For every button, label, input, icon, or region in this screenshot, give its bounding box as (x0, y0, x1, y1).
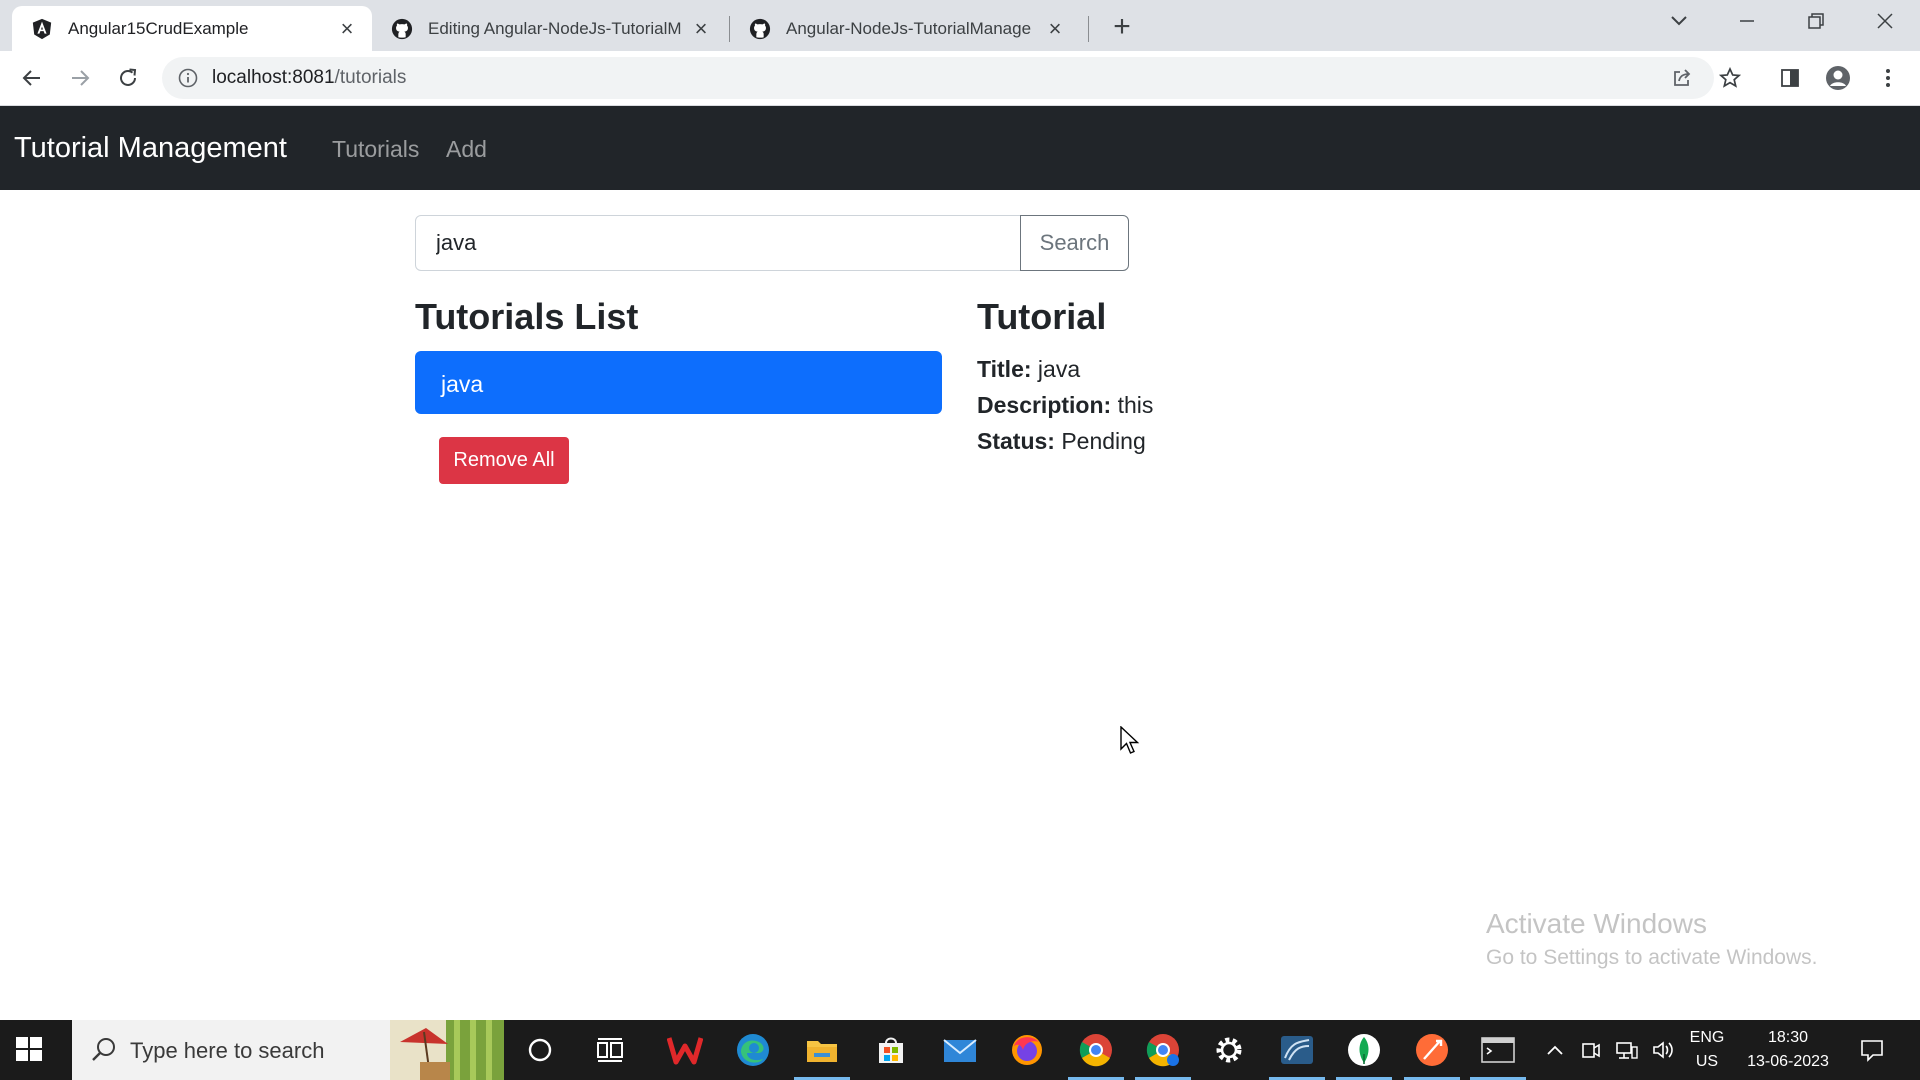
edge-browser-icon[interactable] (733, 1030, 773, 1070)
url-text: localhost:8081/tutorials (212, 67, 406, 89)
angular-icon (30, 17, 54, 41)
detail-status-label: Status: (977, 428, 1055, 454)
show-hidden-icons-chevron[interactable] (1540, 1020, 1570, 1080)
chrome-icon[interactable] (1076, 1030, 1116, 1070)
notification-center-icon[interactable] (1852, 1020, 1892, 1080)
app-navbar: Tutorial Management Tutorials Add (0, 106, 1920, 190)
detail-description-row: Description: this (977, 392, 1153, 419)
browser-toolbar: localhost:8081/tutorials (0, 51, 1920, 106)
meet-now-icon[interactable] (1576, 1020, 1606, 1080)
language-code: ENG (1689, 1029, 1725, 1046)
close-window-icon[interactable] (1856, 0, 1914, 42)
wps-office-icon[interactable] (665, 1030, 705, 1070)
reload-icon[interactable] (110, 60, 146, 96)
github-icon (748, 17, 772, 41)
search-button[interactable]: Search (1020, 215, 1129, 271)
profile-avatar-icon[interactable] (1820, 60, 1856, 96)
postman-icon[interactable] (1412, 1030, 1452, 1070)
tab-title: Angular15CrudExample (68, 18, 249, 38)
language-indicator[interactable]: ENG US (1682, 1020, 1732, 1080)
volume-icon[interactable] (1648, 1020, 1678, 1080)
forward-arrow-icon[interactable] (62, 60, 98, 96)
detail-title-value: java (1037, 356, 1081, 382)
nav-link-add[interactable]: Add (446, 136, 487, 163)
chrome-menu-icon[interactable] (1870, 60, 1906, 96)
detail-status-row: Status: Pending (977, 428, 1146, 455)
site-info-icon[interactable] (176, 66, 200, 90)
back-arrow-icon[interactable] (14, 60, 50, 96)
restore-icon[interactable] (1787, 0, 1845, 42)
side-panel-icon[interactable] (1772, 60, 1808, 96)
list-item[interactable]: java (415, 351, 942, 414)
network-icon[interactable] (1612, 1020, 1642, 1080)
tab-search-chevron-icon[interactable] (1650, 0, 1708, 42)
cortana-icon[interactable] (520, 1030, 560, 1070)
close-tab-icon[interactable]: × (690, 16, 712, 41)
mouse-cursor-icon (1120, 725, 1140, 761)
terminal-icon[interactable] (1478, 1030, 1518, 1070)
address-bar[interactable]: localhost:8081/tutorials (162, 57, 1714, 99)
task-view-icon[interactable] (590, 1030, 630, 1070)
keyboard-region: US (1695, 1053, 1719, 1070)
detail-title-label: Title: (977, 356, 1032, 382)
detail-description-label: Description: (977, 392, 1112, 418)
search-title-input[interactable] (415, 215, 1021, 271)
firefox-icon[interactable] (1007, 1030, 1047, 1070)
clock-date: 13-06-2023 (1747, 1053, 1829, 1070)
clock-time: 18:30 (1767, 1029, 1809, 1046)
chrome-profile-icon[interactable] (1143, 1030, 1183, 1070)
github-icon (390, 17, 414, 41)
close-tab-icon[interactable]: × (336, 16, 358, 41)
search-highlight-image (390, 1020, 504, 1080)
tab-title: Editing Angular-NodeJs-TutorialM (428, 18, 682, 38)
tab-title: Angular-NodeJs-TutorialManage (786, 18, 1032, 38)
tab-github-repo[interactable]: Angular-NodeJs-TutorialManage × (730, 6, 1080, 51)
activate-windows-subtitle: Go to Settings to activate Windows. (1486, 946, 1818, 969)
mongodb-compass-icon[interactable] (1344, 1030, 1384, 1070)
bookmark-star-icon[interactable] (1712, 60, 1748, 96)
detail-status-value: Pending (1061, 428, 1146, 454)
minimize-icon[interactable] (1718, 0, 1776, 42)
windows-start-icon[interactable] (14, 1034, 46, 1066)
tab-divider (1088, 16, 1089, 42)
file-explorer-icon[interactable] (802, 1030, 842, 1070)
windows-taskbar: Type here to search ENG US 18:30 13-06-2… (0, 1020, 1920, 1080)
search-icon (90, 1036, 118, 1069)
share-icon[interactable] (1664, 60, 1700, 96)
url-path: /tutorials (334, 67, 407, 88)
sql-developer-icon[interactable] (1277, 1030, 1317, 1070)
mail-icon[interactable] (940, 1030, 980, 1070)
navbar-brand[interactable]: Tutorial Management (14, 132, 287, 165)
tab-angular15crudexample[interactable]: Angular15CrudExample × (12, 6, 372, 51)
new-tab-plus-icon[interactable]: + (1106, 10, 1138, 43)
close-tab-icon[interactable]: × (1044, 16, 1066, 41)
detail-description-value: this (1117, 392, 1154, 418)
remove-all-button[interactable]: Remove All (439, 437, 569, 484)
tab-editing-repo[interactable]: Editing Angular-NodeJs-TutorialM × (372, 6, 726, 51)
tutorial-detail-heading: Tutorial (977, 296, 1107, 337)
settings-gear-icon[interactable] (1209, 1030, 1249, 1070)
activate-windows-title: Activate Windows (1486, 908, 1707, 939)
tutorials-list-heading: Tutorials List (415, 296, 639, 337)
detail-title-row: Title: java (977, 356, 1080, 383)
clock[interactable]: 18:30 13-06-2023 (1736, 1020, 1840, 1080)
taskbar-search-box[interactable]: Type here to search (72, 1020, 504, 1080)
nav-link-tutorials[interactable]: Tutorials (332, 136, 419, 163)
url-host: localhost:8081 (212, 67, 335, 88)
microsoft-store-icon[interactable] (871, 1030, 911, 1070)
taskbar-search-placeholder: Type here to search (130, 1038, 325, 1063)
browser-tabstrip: Angular15CrudExample × Editing Angular-N… (0, 0, 1920, 51)
